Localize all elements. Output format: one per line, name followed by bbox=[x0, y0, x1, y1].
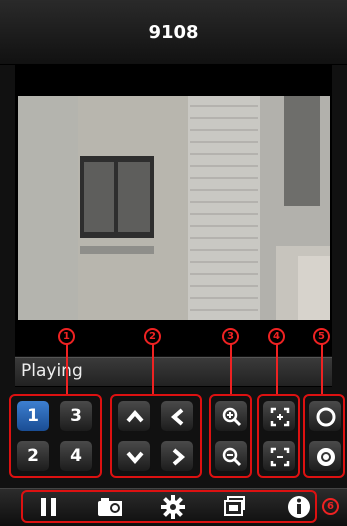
camera-icon[interactable] bbox=[96, 494, 122, 520]
channel-3-button[interactable]: 3 bbox=[59, 400, 93, 432]
channel-4-button[interactable]: 4 bbox=[59, 440, 93, 472]
marker-connector bbox=[230, 344, 232, 396]
ptz-up-button[interactable] bbox=[117, 400, 151, 432]
page-title: 9108 bbox=[148, 22, 199, 43]
iris-group bbox=[303, 394, 345, 478]
iris-open-icon bbox=[316, 407, 336, 427]
status-bar: Playing bbox=[15, 357, 332, 387]
marker-connector bbox=[321, 344, 323, 396]
ptz-direction-group bbox=[110, 394, 202, 478]
callout-marker-5: 5 bbox=[313, 328, 330, 345]
zoom-out-icon bbox=[222, 447, 242, 467]
ptz-right-button[interactable] bbox=[160, 440, 194, 472]
iris-close-button[interactable] bbox=[308, 440, 342, 472]
callout-marker-1: 1 bbox=[58, 328, 75, 345]
status-text: Playing bbox=[21, 361, 83, 381]
chevron-down-icon bbox=[126, 451, 144, 465]
focus-near-button[interactable] bbox=[262, 400, 296, 432]
chevron-up-icon bbox=[126, 409, 144, 423]
callout-marker-3: 3 bbox=[222, 328, 239, 345]
ptz-down-button[interactable] bbox=[117, 440, 151, 472]
marker-connector bbox=[152, 344, 154, 396]
marker-connector bbox=[276, 344, 278, 396]
marker-connector bbox=[66, 344, 68, 396]
chevron-left-icon bbox=[170, 408, 184, 426]
channel-1-button[interactable]: 1 bbox=[16, 400, 50, 432]
gallery-icon[interactable] bbox=[222, 494, 248, 520]
chevron-right-icon bbox=[172, 448, 186, 466]
focus-shrink-icon bbox=[270, 447, 290, 467]
channel-select-group: 1 3 2 4 bbox=[9, 394, 102, 478]
gear-icon[interactable] bbox=[160, 494, 186, 520]
zoom-in-button[interactable] bbox=[214, 400, 248, 432]
focus-expand-icon bbox=[270, 407, 290, 427]
ptz-left-button[interactable] bbox=[160, 400, 194, 432]
iris-close-icon bbox=[317, 448, 335, 466]
focus-far-button[interactable] bbox=[262, 440, 296, 472]
zoom-in-icon bbox=[222, 407, 242, 427]
pause-icon[interactable] bbox=[36, 494, 62, 520]
channel-2-button[interactable]: 2 bbox=[16, 440, 50, 472]
callout-marker-2: 2 bbox=[144, 328, 161, 345]
zoom-out-button[interactable] bbox=[214, 440, 248, 472]
focus-group bbox=[257, 394, 300, 478]
iris-open-button[interactable] bbox=[308, 400, 342, 432]
info-icon[interactable] bbox=[286, 494, 312, 520]
callout-marker-6: 6 bbox=[322, 498, 339, 515]
callout-marker-4: 4 bbox=[268, 328, 285, 345]
camera-video-view[interactable] bbox=[18, 96, 330, 320]
zoom-group bbox=[209, 394, 252, 478]
